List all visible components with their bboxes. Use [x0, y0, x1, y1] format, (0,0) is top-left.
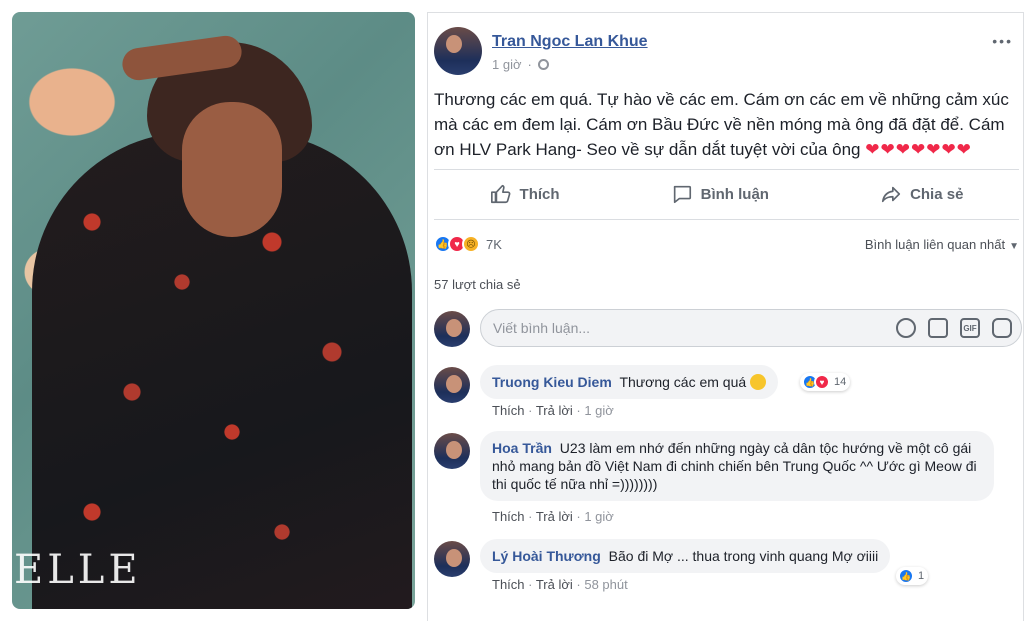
comment-reactions[interactable]: 👍 ♥ 14: [800, 373, 851, 391]
comment-text: Thương các em quá: [619, 374, 747, 390]
comment-bubble: Lý Hoài Thương Bão đi Mợ ... thua trong …: [480, 539, 891, 573]
facebook-post: Tran Ngoc Lan Khue 1 giờ · ••• Thương cá…: [427, 12, 1024, 621]
comment-time[interactable]: 58 phút: [584, 577, 627, 592]
commenter-avatar[interactable]: [434, 433, 470, 469]
author-name-link[interactable]: Tran Ngoc Lan Khue: [492, 33, 648, 51]
divider: [434, 219, 1019, 220]
post-actions: Thích Bình luận Chia sẻ: [434, 173, 1019, 215]
comment-composer: Viết bình luận... GIF: [434, 309, 1022, 349]
comment-icon: [673, 185, 691, 204]
comment-like-link[interactable]: Thích: [492, 403, 525, 418]
commenter-avatar[interactable]: [434, 541, 470, 577]
post-meta: 1 giờ ·: [492, 57, 549, 72]
hearts-emoji: ❤❤❤❤❤❤❤: [865, 140, 972, 159]
post-header: Tran Ngoc Lan Khue 1 giờ · •••: [434, 27, 1019, 81]
love-reaction-icon: ♥: [814, 374, 830, 390]
comment-reaction-count: 14: [834, 376, 847, 388]
thumbs-up-icon: [490, 184, 510, 204]
caret-down-icon: ▼: [1009, 240, 1019, 252]
camera-icon[interactable]: [928, 318, 948, 338]
author-avatar[interactable]: [434, 27, 482, 75]
commenter-name[interactable]: Lý Hoài Thương: [492, 548, 601, 564]
like-button[interactable]: Thích: [490, 183, 560, 205]
comment-item: Truong Kieu Diem Thương các em quá 👍 ♥ 1…: [434, 365, 1022, 421]
comment-text: U23 làm em nhớ đến những ngày cả dân tộc…: [492, 440, 977, 492]
post-text: Thương các em quá. Tự hào về các em. Cám…: [434, 87, 1022, 162]
comment-text: Bão đi Mợ ... thua trong vinh quang Mợ ơ…: [608, 548, 879, 564]
comment-links: Thích · Trả lời · 58 phút: [492, 577, 628, 592]
comment-button[interactable]: Bình luận: [671, 183, 769, 205]
gif-icon[interactable]: GIF: [960, 318, 980, 338]
sort-label: Bình luận liên quan nhất: [864, 236, 1006, 252]
post-time[interactable]: 1 giờ: [492, 57, 522, 72]
comment-input-placeholder: Viết bình luận...: [493, 320, 591, 336]
comment-item: Hoa Trần U23 làm em nhớ đến những ngày c…: [434, 431, 1022, 531]
comment-label: Bình luận: [700, 185, 769, 203]
comment-reply-link[interactable]: Trả lời: [536, 577, 573, 592]
current-user-avatar: [434, 311, 470, 347]
reactions-bar: 👍 ♥ ☹ 7K Bình luận liên quan nhất ▼: [434, 231, 1019, 257]
comment-time[interactable]: 1 giờ: [584, 509, 614, 524]
comment-sort-dropdown[interactable]: Bình luận liên quan nhất ▼: [865, 237, 1019, 252]
comment-reaction-count: 1: [918, 570, 925, 582]
comment-bubble: Truong Kieu Diem Thương các em quá: [480, 365, 779, 399]
comment-bubble: Hoa Trần U23 làm em nhớ đến những ngày c…: [480, 431, 994, 501]
like-label: Thích: [519, 185, 560, 203]
smile-emoji-icon: [750, 374, 767, 390]
share-count[interactable]: 57 lượt chia sẻ: [434, 277, 521, 292]
comment-reply-link[interactable]: Trả lời: [536, 509, 573, 524]
comment-links: Thích · Trả lời · 1 giờ: [492, 509, 614, 524]
elle-logo: ELLE: [14, 547, 142, 593]
comment-like-link[interactable]: Thích: [492, 577, 525, 592]
comment-time[interactable]: 1 giờ: [584, 403, 614, 418]
divider: [434, 169, 1019, 170]
globe-icon: [537, 59, 549, 70]
sticker-icon[interactable]: [992, 318, 1012, 338]
commenter-avatar[interactable]: [434, 367, 470, 403]
photo-face: [182, 102, 282, 237]
like-reaction-icon: 👍: [898, 568, 914, 584]
page: ELLE Tran Ngoc Lan Khue 1 giờ · ••• Thươ…: [0, 0, 1036, 621]
more-options-icon[interactable]: •••: [992, 33, 1013, 49]
comment-item: Lý Hoài Thương Bão đi Mợ ... thua trong …: [434, 539, 1022, 599]
post-photo[interactable]: ELLE: [12, 12, 415, 609]
comment-like-link[interactable]: Thích: [492, 509, 525, 524]
commenter-name[interactable]: Truong Kieu Diem: [492, 374, 612, 390]
share-icon: [881, 186, 901, 203]
comment-links: Thích · Trả lời · 1 giờ: [492, 403, 614, 418]
reaction-summary[interactable]: 👍 ♥ ☹ 7K: [434, 235, 502, 253]
commenter-name[interactable]: Hoa Trần: [492, 440, 552, 456]
share-label: Chia sẻ: [910, 185, 964, 203]
comment-reactions[interactable]: 👍 1: [896, 567, 929, 585]
reaction-count[interactable]: 7K: [486, 237, 502, 252]
emoji-icon[interactable]: [896, 318, 916, 338]
share-button[interactable]: Chia sẻ: [880, 183, 963, 205]
composer-icons: GIF: [896, 318, 1012, 338]
comment-reply-link[interactable]: Trả lời: [536, 403, 573, 418]
sad-reaction-icon: ☹: [462, 235, 480, 253]
